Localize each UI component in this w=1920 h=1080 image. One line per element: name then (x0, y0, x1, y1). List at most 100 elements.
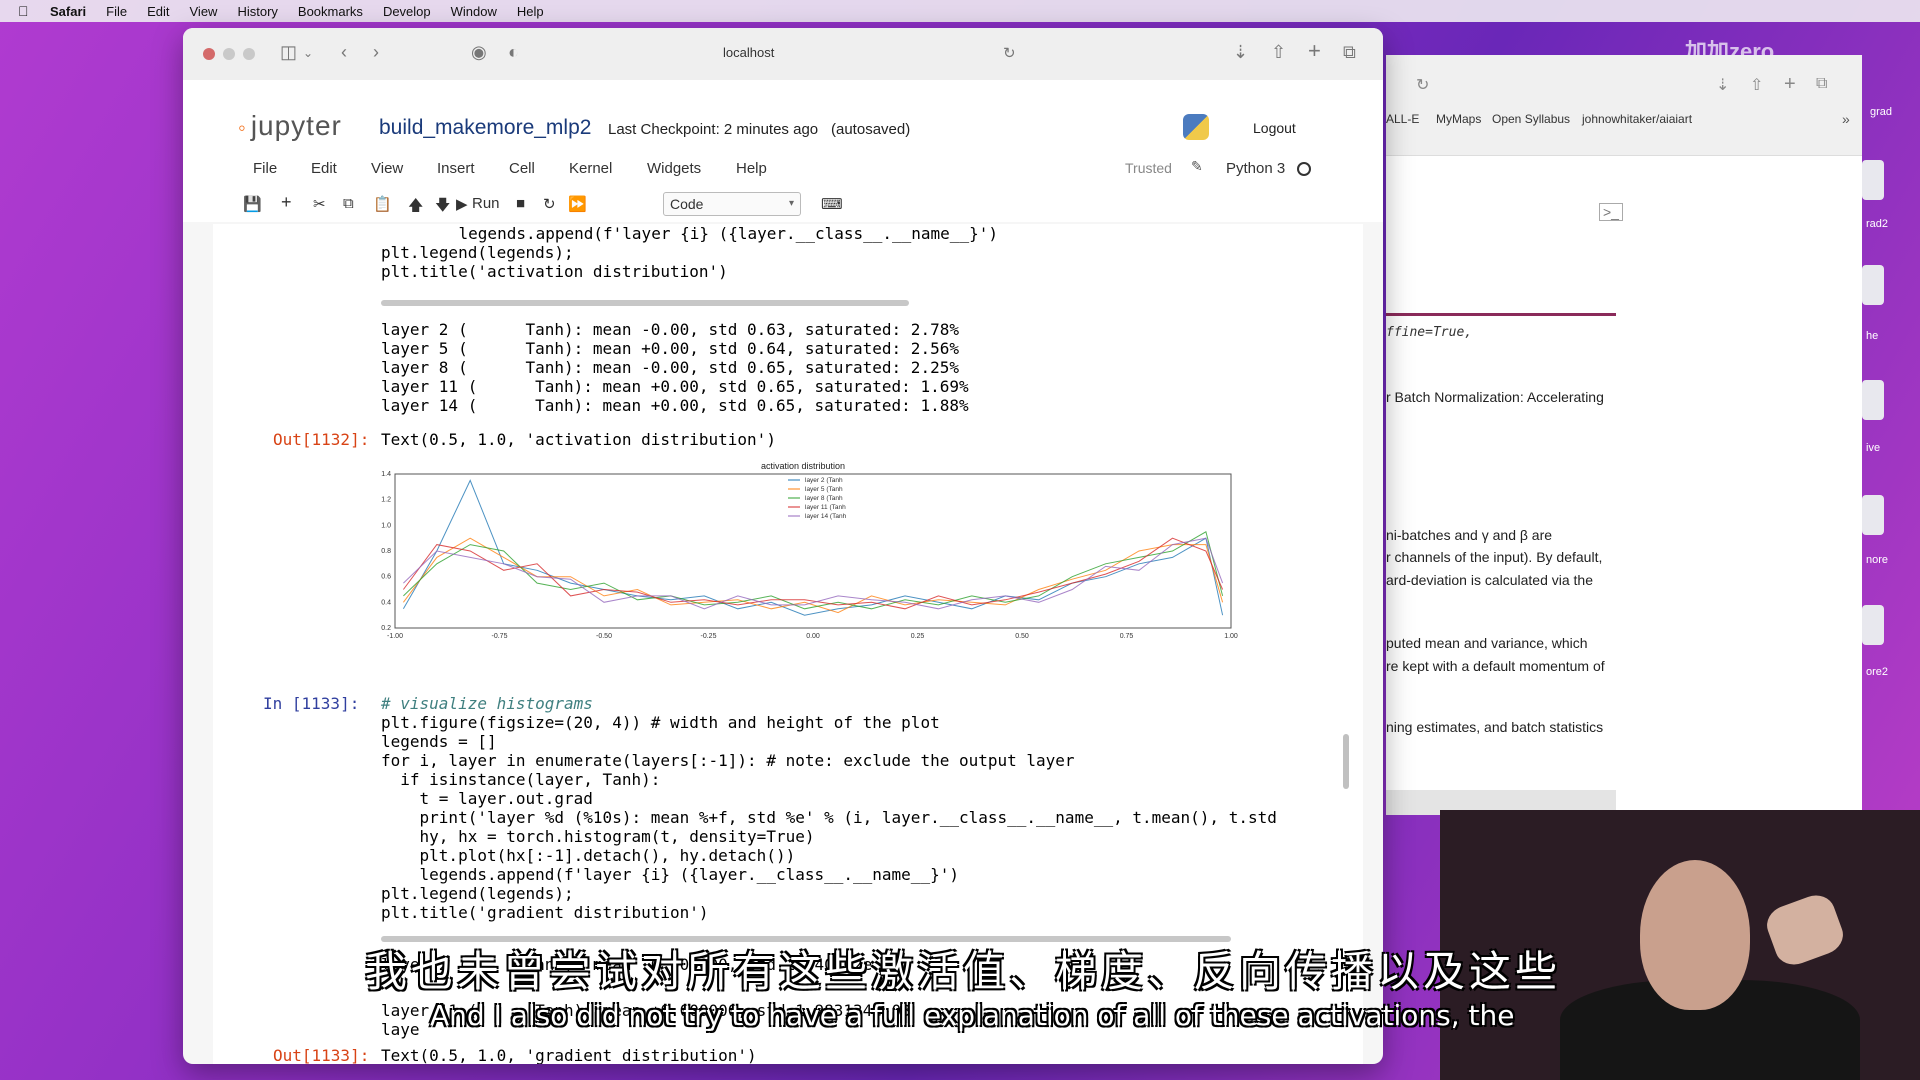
out-prompt: Out[1133]: (273, 1046, 370, 1064)
share-icon[interactable]: ⇧ (1271, 42, 1286, 63)
bookmark-item[interactable]: Open Syllabus (1492, 112, 1570, 126)
terminal-icon[interactable]: >_ (1599, 203, 1623, 221)
bookmark-item[interactable]: MyMaps (1436, 112, 1481, 126)
share-icon[interactable]: ⇧ (1750, 75, 1763, 95)
fast-forward-icon[interactable]: ⏩ (568, 195, 587, 213)
code-line[interactable]: plt.legend(legends); (381, 243, 574, 262)
code-line[interactable]: legends = [] (381, 732, 497, 751)
bookmark-item[interactable]: ALL-E (1386, 112, 1419, 126)
zoom-window-button[interactable] (243, 48, 255, 60)
cut-icon[interactable]: ✂ (313, 195, 326, 213)
copy-icon[interactable]: ⧉ (343, 195, 354, 212)
code-line[interactable]: plt.title('activation distribution') (381, 262, 728, 281)
run-icon[interactable]: ▶ (456, 195, 468, 213)
code-line[interactable]: if isinstance(layer, Tanh): (381, 770, 660, 789)
sidebar-toggle-icon[interactable]: ◫ (280, 42, 297, 63)
address-bar[interactable]: localhost (723, 45, 774, 60)
minimize-window-button[interactable] (223, 48, 235, 60)
keyboard-icon[interactable]: ⌨ (821, 195, 843, 213)
edge-label: nore (1866, 554, 1889, 566)
jmenu-edit[interactable]: Edit (311, 160, 337, 177)
menu-file[interactable]: File (106, 4, 127, 19)
menu-help[interactable]: Help (517, 4, 544, 19)
code-line[interactable]: plt.figure(figsize=(20, 4)) # width and … (381, 713, 940, 732)
chart-title: activation distribution (761, 461, 845, 471)
bookmark-item[interactable]: johnowhitaker/aiaiart (1582, 112, 1692, 126)
stdout-line: layer 11 ( Tanh): mean +0.00, std 0.65, … (381, 377, 969, 396)
chevron-down-icon[interactable]: ⌄ (303, 46, 313, 60)
y-tick-label: 0.4 (381, 599, 391, 606)
download-icon[interactable]: ⇣ (1716, 75, 1729, 95)
edge-tab[interactable] (1862, 495, 1884, 535)
edge-label: ore2 (1866, 666, 1889, 678)
tabs-overview-icon[interactable]: ⧉ (1343, 42, 1356, 63)
stop-icon[interactable]: ■ (516, 195, 525, 212)
edge-tab[interactable] (1862, 605, 1884, 645)
stdout-line: layer 5 ( Tanh): mean +0.00, std 0.64, s… (381, 339, 959, 358)
new-tab-icon[interactable]: + (1784, 73, 1796, 96)
edge-tab[interactable] (1862, 160, 1884, 200)
code-line[interactable]: plt.plot(hx[:-1].detach(), hy.detach()) (381, 846, 796, 865)
menu-history[interactable]: History (237, 4, 277, 19)
jmenu-cell[interactable]: Cell (509, 160, 535, 177)
menu-bookmarks[interactable]: Bookmarks (298, 4, 363, 19)
code-line[interactable]: plt.title('gradient distribution') (381, 903, 709, 922)
trusted-indicator[interactable]: Trusted (1125, 160, 1172, 176)
code-line[interactable]: legends.append(f'layer {i} ({layer.__cla… (381, 865, 959, 884)
vertical-scrollbar[interactable] (1343, 734, 1349, 789)
edge-tab[interactable] (1862, 265, 1884, 305)
jmenu-insert[interactable]: Insert (437, 160, 475, 177)
horizontal-scrollbar[interactable] (381, 300, 909, 306)
reload-icon[interactable]: ↻ (1416, 75, 1429, 95)
jupyter-orbit-icon: ◦ (238, 115, 247, 140)
jupyter-logo[interactable]: ◦ jupyter (238, 110, 342, 142)
pencil-icon[interactable]: ✎ (1191, 158, 1203, 175)
shield-icon[interactable]: ◐ (508, 42, 519, 63)
close-window-button[interactable] (203, 48, 215, 60)
code-comment[interactable]: # visualize histograms (381, 694, 593, 713)
back-icon[interactable]: ‹ (341, 42, 347, 63)
doc-line[interactable]: r Batch Normalization: Accelerating (1386, 389, 1604, 405)
download-icon[interactable]: ⇣ (1233, 42, 1248, 63)
cell-type-select[interactable]: Code ▾ (663, 192, 801, 216)
kernel-name[interactable]: Python 3 (1226, 160, 1285, 177)
tabs-overview-icon[interactable]: ⧉ (1816, 75, 1827, 93)
reload-icon[interactable]: ↻ (1003, 44, 1016, 62)
jmenu-kernel[interactable]: Kernel (569, 160, 612, 177)
edge-tab[interactable] (1862, 380, 1884, 420)
code-line[interactable]: t = layer.out.grad (381, 789, 593, 808)
move-up-icon[interactable]: 🡅 (408, 195, 423, 220)
run-button[interactable]: Run (472, 195, 500, 212)
jmenu-view[interactable]: View (371, 160, 403, 177)
apple-icon[interactable]:  (18, 3, 36, 19)
restart-icon[interactable]: ↻ (543, 195, 556, 213)
stdout-line: layer 14 ( Tanh): mean +0.00, std 0.65, … (381, 396, 969, 415)
more-bookmarks-icon[interactable]: » (1842, 111, 1850, 127)
forward-icon[interactable]: › (373, 42, 379, 63)
add-cell-icon[interactable]: + (281, 192, 292, 213)
notebook-title[interactable]: build_makemore_mlp2 (379, 116, 591, 140)
stdout-line: layer 8 ( Tanh): mean -0.00, std 0.65, s… (381, 358, 959, 377)
code-line[interactable]: print('layer %d (%10s): mean %+f, std %e… (381, 808, 1277, 827)
paste-icon[interactable]: 📋 (373, 195, 392, 213)
menu-edit[interactable]: Edit (147, 4, 169, 19)
jmenu-help[interactable]: Help (736, 160, 767, 177)
menu-develop[interactable]: Develop (383, 4, 431, 19)
code-line[interactable]: plt.legend(legends); (381, 884, 574, 903)
code-line[interactable]: legends.append(f'layer {i} ({layer.__cla… (420, 224, 998, 243)
menu-view[interactable]: View (190, 4, 218, 19)
menu-safari[interactable]: Safari (50, 4, 86, 19)
doc-line: ard-deviation is calculated via the (1386, 572, 1594, 588)
code-line[interactable]: for i, layer in enumerate(layers[:-1]): … (381, 751, 1075, 770)
jmenu-widgets[interactable]: Widgets (647, 160, 701, 177)
jmenu-file[interactable]: File (253, 160, 277, 177)
logout-button[interactable]: Logout (1253, 120, 1296, 136)
menu-window[interactable]: Window (451, 4, 497, 19)
privacy-report-icon[interactable]: ◉ (471, 42, 487, 63)
edge-label: ive (1866, 442, 1881, 454)
new-tab-icon[interactable]: + (1308, 38, 1321, 64)
code-line[interactable]: hy, hx = torch.histogram(t, density=True… (381, 827, 815, 846)
move-down-icon[interactable]: 🡇 (435, 195, 450, 220)
doc-line: r channels of the input). By default, (1386, 549, 1603, 565)
save-icon[interactable]: 💾 (243, 195, 262, 213)
